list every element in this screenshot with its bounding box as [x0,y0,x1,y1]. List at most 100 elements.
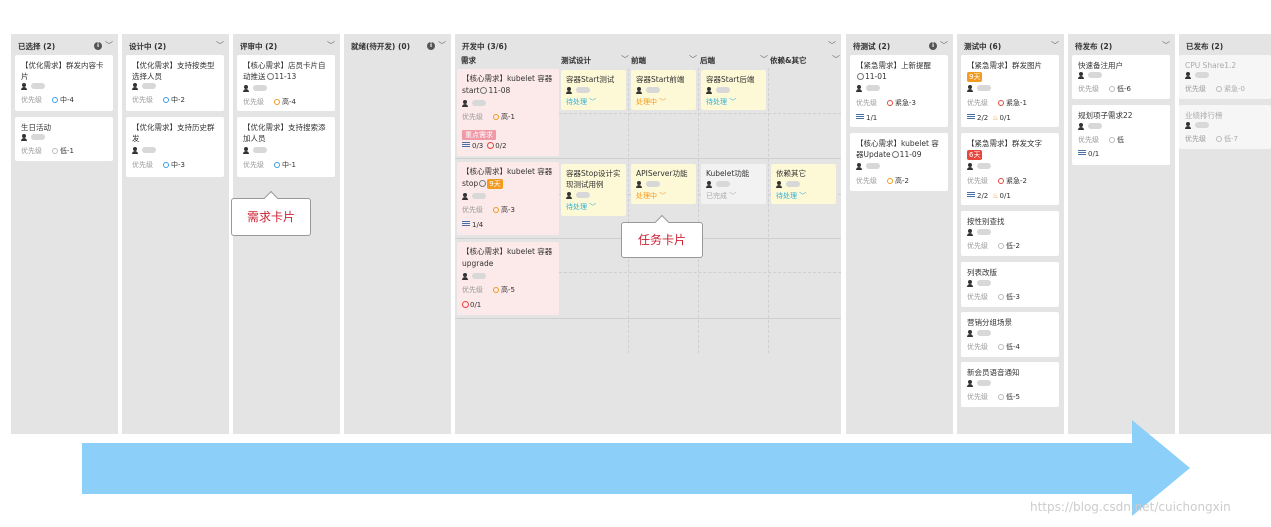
task-card[interactable]: Kubelet功能 已完成 ﹀ [701,164,766,204]
assignee [1185,122,1209,132]
card-title: 【紧急需求】群发文字 6天 [967,139,1042,160]
subtask-icon [1078,150,1086,156]
chevron-down-icon[interactable]: ﹀ [828,41,836,50]
task-title: 容器Start测试 [566,75,615,84]
story-card[interactable]: 生日活动 优先级 低-1 [15,117,113,161]
priority-value: 低-2 [1006,242,1020,250]
due-date: 11-01 [865,72,887,81]
priority-value: 中-4 [60,96,74,104]
subcolumn-backend: 后端 [700,56,715,65]
info-icon[interactable]: i [427,41,435,50]
task-card[interactable]: 依赖其它 待处理 ﹀ [771,164,836,204]
chevron-down-icon[interactable]: ﹀ [1051,41,1059,50]
story-card[interactable]: 【核心需求】kubelet 容器Update 11-09 优先级 高-2 [850,133,948,191]
task-card[interactable]: 容器Start前端 处理中 ﹀ [631,70,696,110]
column-controls[interactable]: i ﹀ [94,40,113,51]
assignee-name-blurred [646,181,660,187]
task-status[interactable]: 待处理 ﹀ [566,202,596,212]
story-card[interactable]: 【核心需求】kubelet 容器stop 9天 优先级 高-3 1/4 [457,162,559,235]
task-title: Kubelet功能 [706,169,750,178]
fire-icon: ♨ [992,114,999,122]
chevron-down-icon: ﹀ [589,98,597,106]
chevron-down-icon[interactable]: ﹀ [105,41,113,50]
story-card[interactable]: 【紧急需求】群发图片 9天 优先级 紧急-1 2/2 ♨0/1 [961,55,1059,127]
column-controls[interactable]: i ﹀ [427,40,446,51]
story-card[interactable]: CPU Share1.2 优先级 紧急-0 [1179,55,1271,99]
task-status[interactable]: 已完成 ﹀ [706,191,736,201]
column-controls[interactable]: ﹀ [1051,40,1059,51]
task-status[interactable]: 处理中 ﹀ [636,97,666,107]
column-controls[interactable]: i ﹀ [929,40,948,51]
story-card[interactable]: 【优化需求】支持搜索添加人员 优先级 中-1 [237,117,335,177]
info-icon[interactable]: i [929,41,937,50]
story-card[interactable]: 【优化需求】支持按类型选择人员 优先级 中-2 [126,55,224,111]
task-card[interactable]: 容器Start后端 待处理 ﹀ [701,70,766,110]
priority-row: 优先级 低-6 [1078,85,1131,93]
priority-dot-icon [887,178,893,184]
user-icon [1185,122,1191,129]
chevron-down-icon[interactable]: ﹀ [327,41,335,50]
story-card[interactable]: 【优化需求】群发内容卡片 优先级 中-4 [15,55,113,111]
priority-row: 优先级 中-2 [132,96,185,104]
task-status[interactable]: 待处理 ﹀ [706,97,736,107]
overdue-badge: 9天 [487,179,503,189]
priority-dot-icon [887,100,893,106]
lane-divider [698,68,699,353]
story-card[interactable]: 【紧急需求】上新提醒 11-01 优先级 紧急-3 1/1 [850,55,948,127]
story-card[interactable]: 规划项子需求22 优先级低 0/1 [1072,105,1170,165]
assignee [967,330,991,340]
chevron-down-icon: ﹀ [729,192,737,200]
priority-dot-icon [274,99,280,105]
priority-value: 低-3 [1006,293,1020,301]
column-controls[interactable]: ﹀ [216,40,224,51]
info-icon[interactable]: i [94,41,102,50]
column-title: 待测试 (2) [853,42,891,51]
story-card[interactable]: 【核心需求】店员卡片自动推送 11-13 优先级 高-4 [237,55,335,111]
assignee-name-blurred [977,229,991,235]
user-icon [967,280,973,287]
chevron-down-icon[interactable]: ﹀ [940,41,948,50]
chevron-down-icon[interactable]: ﹀ [438,41,446,50]
priority-value: 高-2 [895,177,909,185]
chevron-down-icon[interactable]: ﹀ [689,54,697,65]
column-controls[interactable]: ﹀ [327,40,335,51]
story-card[interactable]: 【核心需求】kubelet 容器upgrade 优先级 高-5 0/1 [457,242,559,315]
chevron-down-icon[interactable]: ﹀ [621,54,629,65]
story-card[interactable]: 营销分组场景 优先级 低-4 [961,312,1059,357]
task-status[interactable]: 待处理 ﹀ [776,191,806,201]
assignee [636,87,660,97]
story-card[interactable]: 列表改版 优先级 低-3 [961,262,1059,307]
column-controls[interactable]: ﹀ [1162,40,1170,51]
chevron-down-icon[interactable]: ﹀ [832,54,840,65]
task-card[interactable]: 容器Stop设计实现测试用例 待处理 ﹀ [561,164,626,216]
chevron-down-icon[interactable]: ﹀ [216,41,224,50]
task-title: APIServer功能 [636,169,688,178]
assignee [462,273,486,283]
chevron-down-icon[interactable]: ﹀ [760,54,768,65]
card-title: 【紧急需求】上新提醒 11-01 [856,61,931,81]
user-icon [636,87,642,94]
story-card[interactable]: 新会员语音通知 优先级 低-5 [961,362,1059,407]
priority-row: 优先级 高-4 [243,98,296,106]
task-status[interactable]: 待处理 ﹀ [566,97,596,107]
task-card[interactable]: 容器Start测试 待处理 ﹀ [561,70,626,110]
column-controls[interactable]: ﹀ [828,40,836,51]
priority-dot-icon [493,114,499,120]
story-card[interactable]: 业绩排行榜 优先级 低-7 [1179,105,1271,149]
card-stats: 0/1 [1078,150,1099,158]
task-card[interactable]: APIServer功能 处理中 ﹀ [631,164,696,204]
assignee-name-blurred [142,83,156,89]
story-card[interactable]: 【核心需求】kubelet 容器start 11-08 优先级 高-1 重点需求 0… [457,69,559,156]
story-card[interactable]: 【优化需求】支持历史群发 优先级 中-3 [126,117,224,177]
story-card[interactable]: 按性别查找 优先级 低-2 [961,211,1059,256]
story-card[interactable]: 快速备注用户 优先级 低-6 [1072,55,1170,99]
user-icon [1185,72,1191,79]
chevron-down-icon[interactable]: ﹀ [1162,41,1170,50]
assignee-name-blurred [253,147,267,153]
task-status[interactable]: 处理中 ﹀ [636,191,666,201]
user-icon [967,380,973,387]
priority-value: 低-5 [1006,393,1020,401]
priority-dot-icon [493,207,499,213]
blocked-icon [462,301,469,308]
story-card[interactable]: 【紧急需求】群发文字 6天 优先级 紧急-2 2/2 ♨0/1 [961,133,1059,205]
